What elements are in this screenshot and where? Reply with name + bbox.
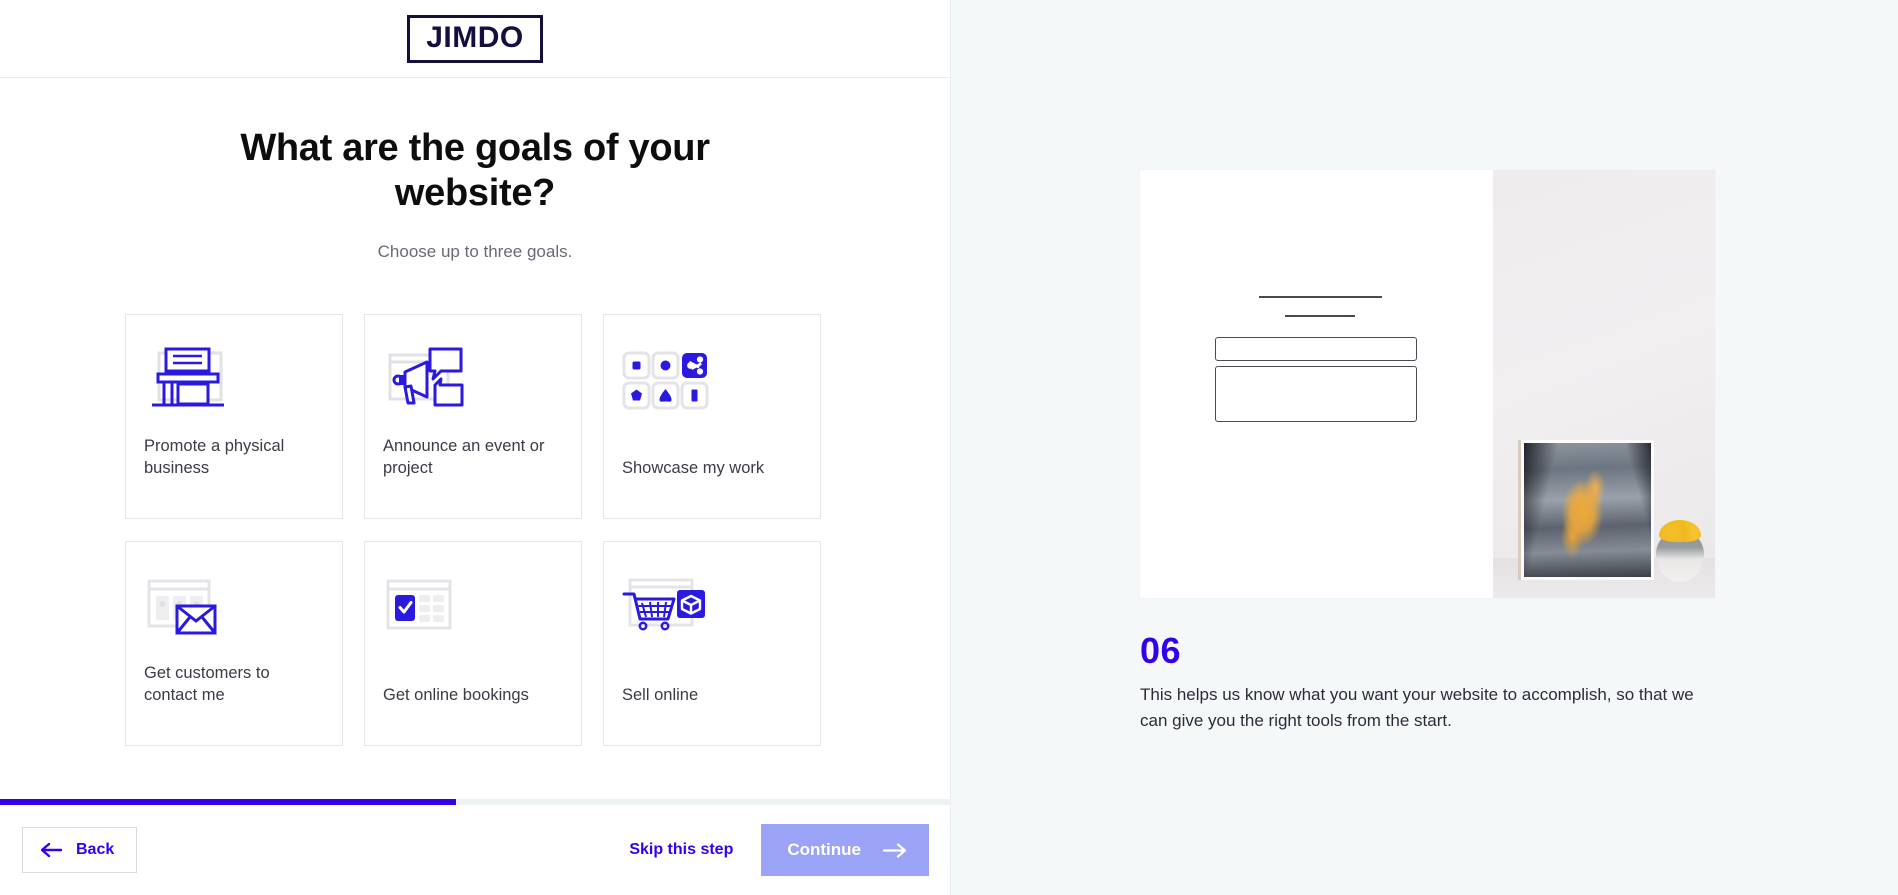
page-subtitle: Choose up to three goals.: [377, 241, 573, 261]
footer-right-actions: Skip this step Continue: [629, 824, 929, 876]
main-content: What are the goals of your website? Choo…: [0, 78, 950, 895]
goal-card-get-online-bookings[interactable]: Get online bookings: [364, 540, 582, 746]
goal-card-label: Get online bookings: [383, 685, 529, 704]
page-title: What are the goals of your website?: [240, 127, 710, 214]
goal-card-sell-online[interactable]: Sell online: [603, 540, 821, 746]
gallery-share-icon: [622, 333, 802, 429]
preview-placeholder-box-large: [1215, 366, 1417, 422]
step-number: 06: [1140, 630, 1182, 671]
jimdo-logo[interactable]: JIMDO: [407, 14, 543, 63]
back-button[interactable]: Back: [22, 827, 138, 873]
skip-this-step-link[interactable]: Skip this step: [629, 841, 733, 859]
top-bar: JIMDO: [0, 0, 950, 78]
left-panel: JIMDO What are the goals of your website…: [0, 0, 951, 895]
calendar-check-icon: [383, 560, 563, 656]
preview-placeholder-box-small: [1215, 337, 1417, 361]
goal-card-announce-event-or-project[interactable]: Announce an event or project: [364, 313, 582, 519]
step-description: This helps us know what you want your we…: [1140, 685, 1694, 731]
goal-card-promote-physical-business[interactable]: Promote a physical business: [125, 313, 343, 519]
photo-abstract-painting: [1521, 440, 1654, 580]
continue-button[interactable]: Continue: [761, 824, 929, 876]
goal-card-label: Get customers to contact me: [144, 663, 270, 704]
preview-placeholder-line-long: [1259, 296, 1382, 298]
back-button-label: Back: [76, 841, 115, 858]
photo-yellow-flowers: [1659, 520, 1701, 542]
arrow-left-icon: [41, 843, 63, 857]
onboarding-screen: JIMDO What are the goals of your website…: [0, 0, 1898, 895]
footer: Back Skip this step Continue: [0, 799, 951, 895]
goal-card-label: Showcase my work: [622, 458, 765, 477]
arrow-right-icon: [883, 842, 907, 858]
preview-placeholder-line-short: [1285, 315, 1355, 317]
megaphone-icon: [383, 333, 563, 429]
goal-card-label: Promote a physical business: [144, 436, 285, 477]
envelope-icon: [144, 560, 324, 656]
goal-card-get-customers-to-contact-me[interactable]: Get customers to contact me: [125, 540, 343, 746]
right-preview-panel: 06 This helps us know what you want your…: [951, 0, 1898, 895]
goal-card-grid: Promote a physical business Announce an …: [125, 313, 825, 746]
continue-button-label: Continue: [787, 840, 861, 859]
footer-actions: Back Skip this step Continue: [0, 805, 951, 895]
preview-photo: [1493, 170, 1715, 598]
storefront-icon: [144, 333, 324, 429]
preview-left-column: [1140, 170, 1493, 598]
jimdo-logo-text: JIMDO: [426, 20, 524, 54]
goal-card-label: Announce an event or project: [383, 436, 545, 477]
goal-card-label: Sell online: [622, 685, 699, 704]
shopping-cart-icon: [622, 560, 802, 656]
website-preview-mockup: [1140, 170, 1715, 598]
goal-card-showcase-my-work[interactable]: Showcase my work: [603, 313, 821, 519]
